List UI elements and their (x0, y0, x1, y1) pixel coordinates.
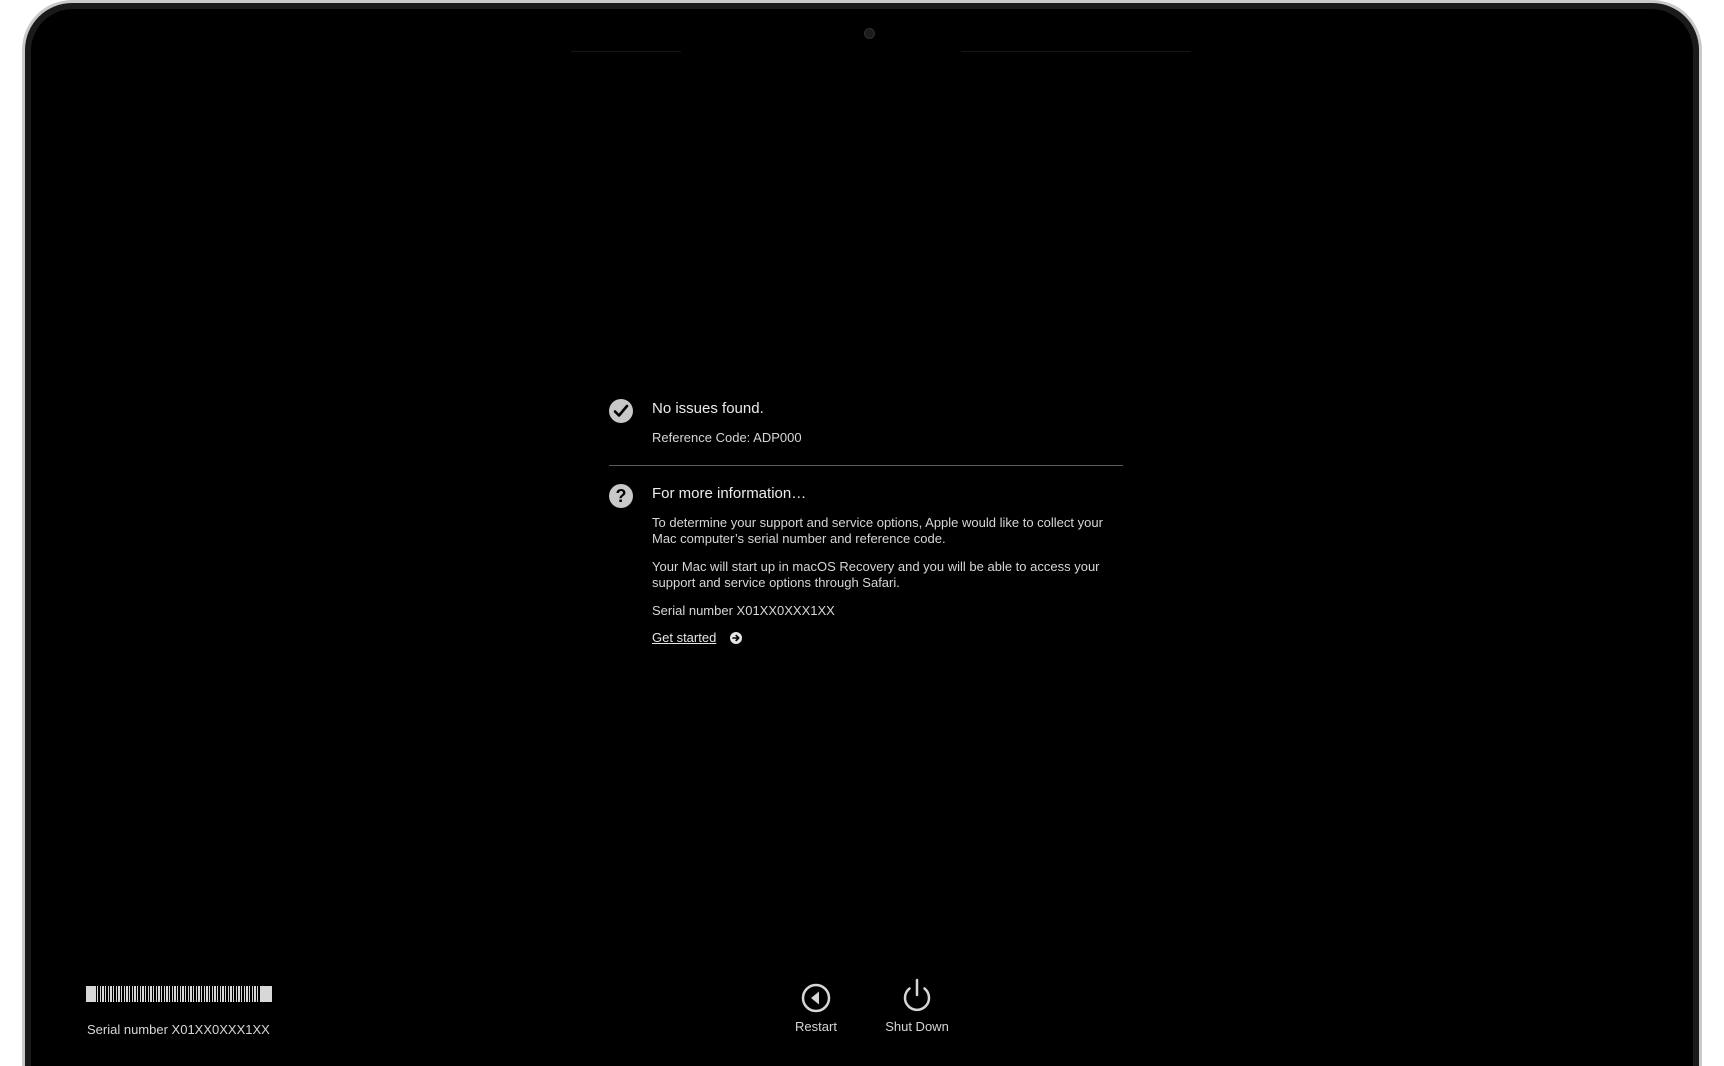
arrow-right-circle-icon[interactable] (729, 632, 742, 644)
checkmark-circle-icon (609, 399, 633, 423)
reference-code: Reference Code: ADP000 (652, 430, 802, 445)
question-circle-icon: ? (609, 483, 633, 508)
barcode-edge (260, 986, 272, 1002)
screen: No issues found. Reference Code: ADP000 … (31, 9, 1693, 1066)
laptop-bezel-outer: No issues found. Reference Code: ADP000 … (22, 0, 1702, 1066)
more-info-title: For more information… (652, 484, 807, 502)
info-paragraph-1: To determine your support and service op… (652, 514, 1103, 547)
restart-button[interactable]: Restart (766, 977, 866, 1034)
divider (609, 464, 1123, 466)
shutdown-button[interactable]: Shut Down (867, 977, 967, 1034)
reflection-line (571, 51, 681, 52)
reflection-line (961, 51, 1191, 52)
info-paragraph-2: Your Mac will start up in macOS Recovery… (652, 558, 1100, 591)
result-title: No issues found. (652, 400, 764, 417)
restart-label: Restart (795, 1019, 837, 1034)
footer-serial-number: Serial number X01XX0XXX1XX (87, 1022, 270, 1037)
get-started-link[interactable]: Get started (652, 630, 716, 645)
shutdown-label: Shut Down (885, 1019, 949, 1034)
power-icon (903, 978, 931, 1012)
barcode-edge (86, 986, 96, 1002)
more-info-section: ? For more information… To determine you… (609, 483, 1129, 647)
diagnostics-panel: No issues found. Reference Code: ADP000 … (609, 399, 1129, 647)
laptop-bezel: No issues found. Reference Code: ADP000 … (25, 3, 1699, 1066)
result-section: No issues found. Reference Code: ADP000 (609, 399, 1129, 447)
serial-number: Serial number X01XX0XXX1XX (652, 602, 835, 618)
get-started-row: Get started (652, 630, 1129, 647)
restart-icon (801, 983, 831, 1013)
camera (864, 28, 875, 39)
barcode (86, 986, 272, 1002)
